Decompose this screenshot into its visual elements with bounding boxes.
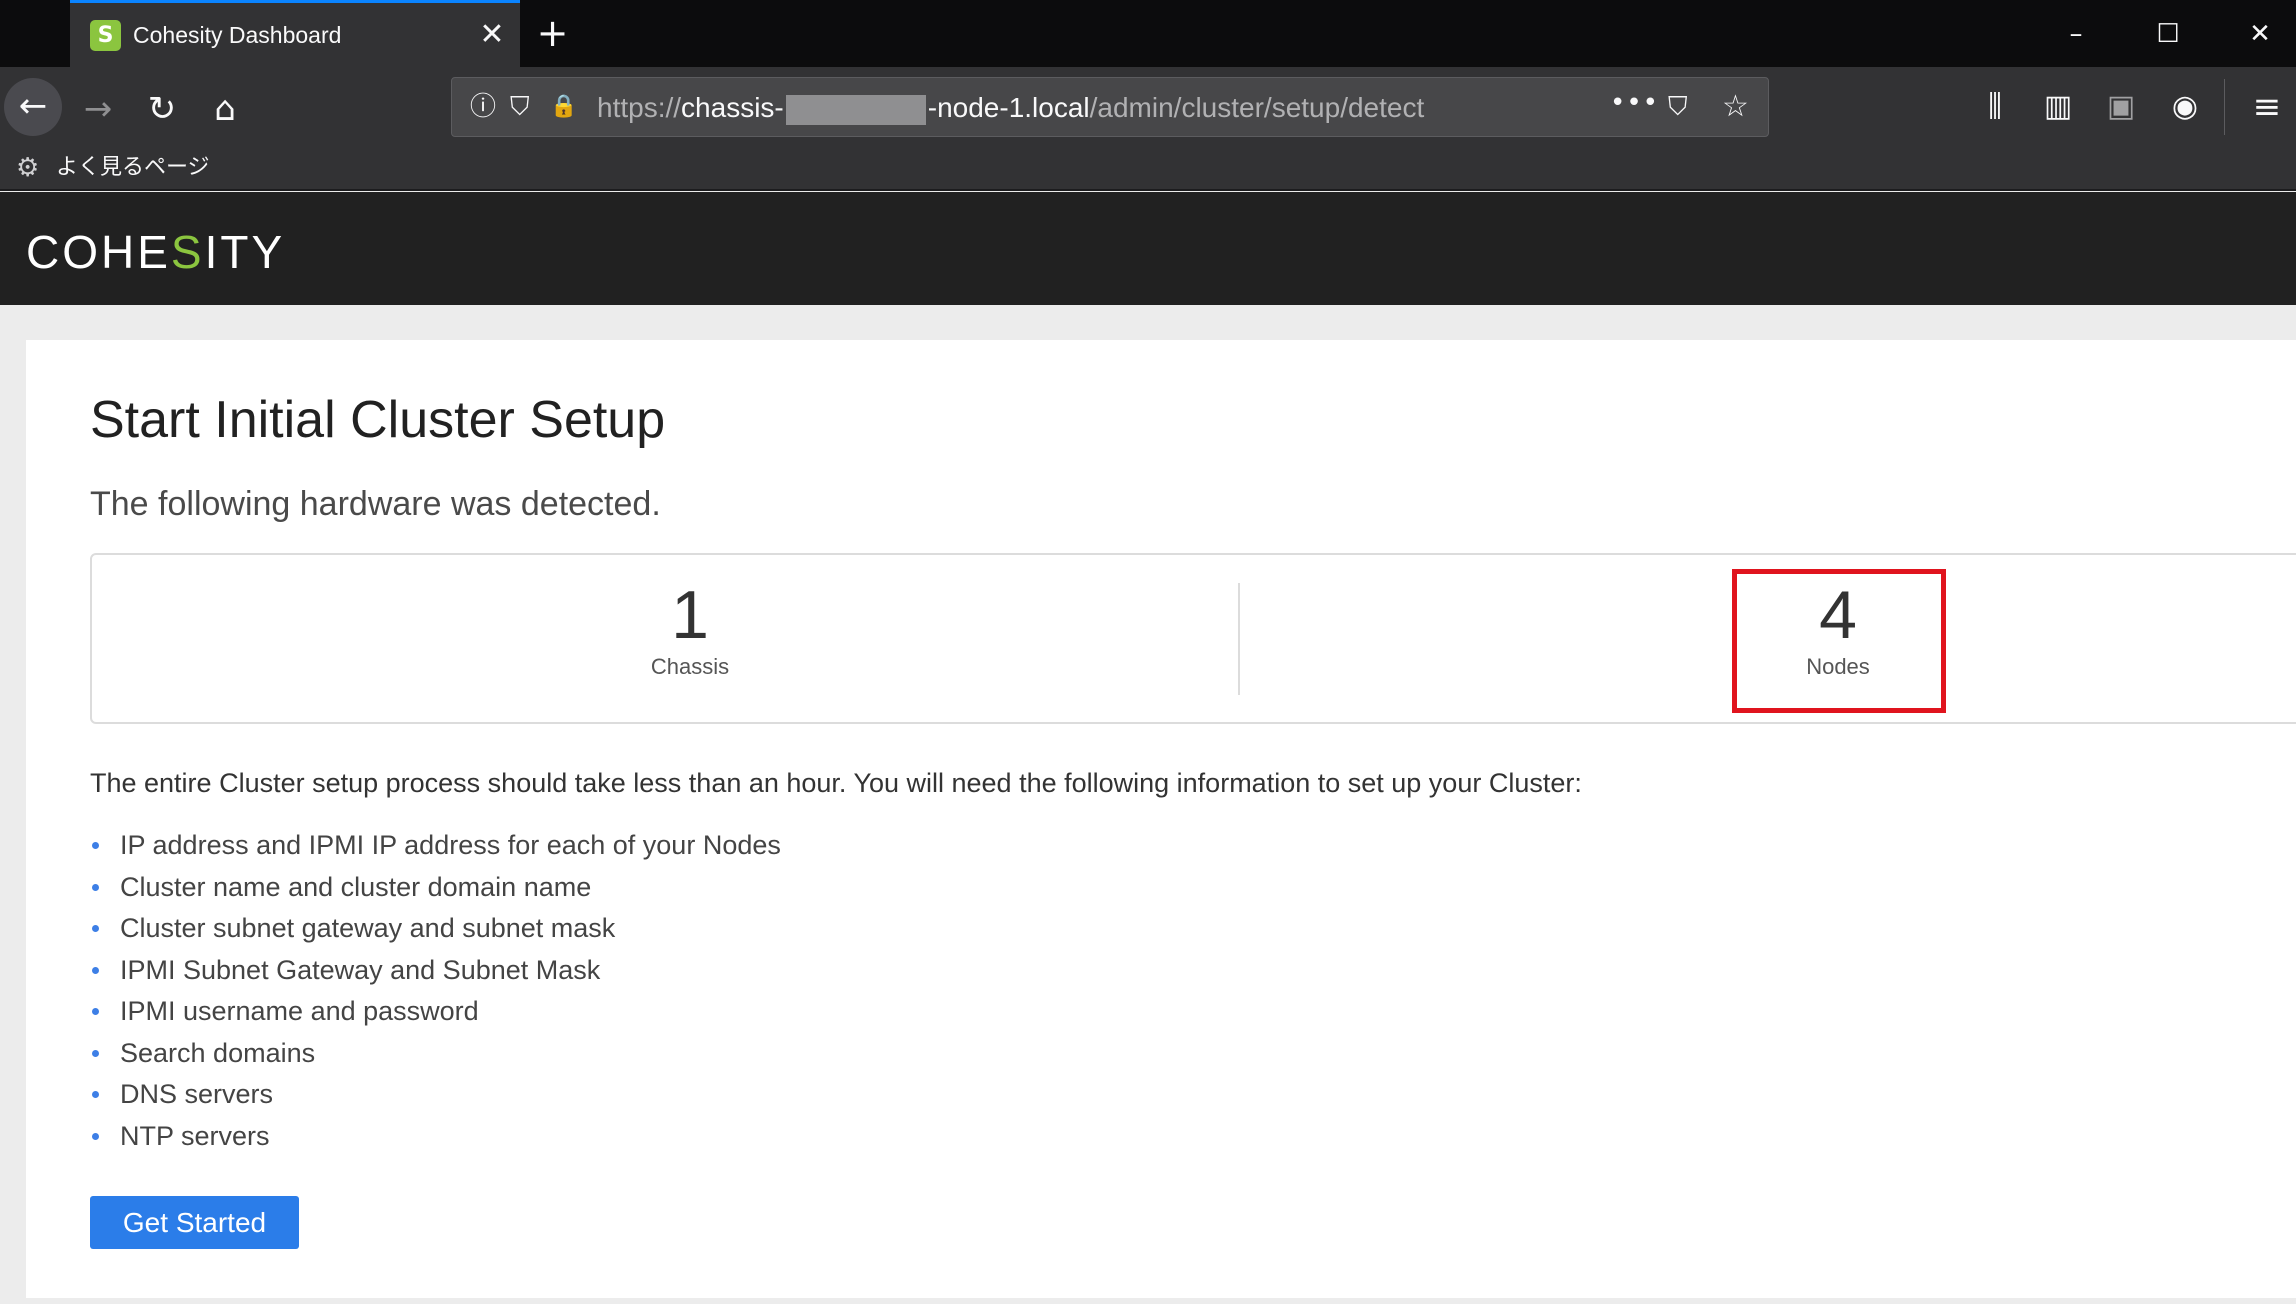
hamburger-menu-icon[interactable]: ≡	[2242, 85, 2292, 129]
logo-text-start: COHE	[26, 226, 171, 278]
back-arrow-icon[interactable]: ←	[4, 78, 62, 136]
browser-nav-bar: ← → ↻ ⌂ ⓘ ⛉ 🔒 https://chassis- -node-1.lo…	[0, 67, 2296, 147]
list-item: Cluster subnet gateway and subnet mask	[90, 911, 781, 953]
list-item: IP address and IPMI IP address for each …	[90, 828, 781, 870]
hardware-divider	[1238, 583, 1240, 695]
bookmark-most-visited[interactable]: よく見るページ	[56, 155, 210, 181]
chassis-label: Chassis	[650, 654, 730, 679]
tab-title: Cohesity Dashboard	[133, 22, 342, 48]
account-icon[interactable]: ◉	[2160, 85, 2210, 129]
bookmark-star-icon[interactable]: ☆	[1722, 92, 1749, 122]
get-started-button[interactable]: Get Started	[90, 1196, 299, 1249]
url-path: /admin/cluster/setup/detect	[1089, 92, 1425, 123]
cohesity-logo[interactable]: COHESITY	[26, 226, 285, 278]
browser-tab[interactable]: S Cohesity Dashboard ✕	[70, 0, 520, 67]
library-icon[interactable]: ⫼	[1970, 85, 2020, 129]
toolbar-separator	[2224, 79, 2225, 135]
window-minimize-button[interactable]: –	[2046, 10, 2106, 58]
list-item: DNS servers	[90, 1077, 781, 1119]
nodes-highlight-box	[1732, 569, 1946, 713]
list-item: NTP servers	[90, 1119, 781, 1161]
hardware-summary: 1 Chassis 4 Nodes	[90, 553, 2296, 724]
url-host-start: chassis-	[681, 92, 784, 123]
bookmarks-bar: ⚙ よく見るページ	[0, 147, 2296, 191]
tab-close-icon[interactable]: ✕	[472, 15, 512, 55]
reload-icon[interactable]: ↻	[134, 81, 190, 137]
info-icon[interactable]: ⓘ	[470, 92, 496, 122]
url-scheme: https://	[597, 92, 682, 123]
cohesity-favicon-icon: S	[90, 20, 121, 51]
home-icon[interactable]: ⌂	[197, 81, 253, 137]
setup-card: Start Initial Cluster Setup The followin…	[26, 340, 2296, 1298]
list-item: IPMI username and password	[90, 994, 781, 1036]
window-maximize-button[interactable]: ☐	[2138, 10, 2198, 58]
page-actions-icon[interactable]: •••	[1610, 88, 1659, 118]
new-tab-button[interactable]: +	[530, 12, 575, 57]
list-item: Cluster name and cluster domain name	[90, 870, 781, 912]
insecure-lock-icon[interactable]: 🔒	[550, 92, 577, 122]
tracking-shield-icon[interactable]: ⛉	[510, 92, 530, 122]
browser-tab-bar: S Cohesity Dashboard ✕ + – ☐ ✕	[0, 0, 2296, 67]
window-close-button[interactable]: ✕	[2230, 10, 2290, 58]
extension-icon[interactable]: ▣	[2096, 85, 2146, 129]
forward-arrow-icon[interactable]: →	[70, 81, 126, 137]
logo-text-end: ITY	[204, 226, 286, 278]
url-host-end: -node-1.local	[927, 92, 1090, 123]
gear-icon: ⚙	[16, 153, 40, 183]
chassis-count: 1	[671, 577, 709, 653]
pocket-icon[interactable]: ⛉	[1668, 92, 1688, 122]
requirements-list: IP address and IPMI IP address for each …	[90, 828, 781, 1160]
page-subtitle: The following hardware was detected.	[90, 485, 661, 523]
list-item: Search domains	[90, 1036, 781, 1078]
list-item: IPMI Subnet Gateway and Subnet Mask	[90, 953, 781, 995]
page-title: Start Initial Cluster Setup	[90, 391, 666, 449]
url-redaction	[785, 94, 926, 125]
url-bar[interactable]: ⓘ ⛉ 🔒 https://chassis- -node-1.local/admi…	[451, 77, 1769, 137]
app-header: COHESITY	[0, 192, 2296, 305]
logo-text-accent: S	[170, 226, 205, 278]
url-text[interactable]: https://chassis- -node-1.local/admin/clus…	[597, 91, 1424, 125]
sidebar-icon[interactable]: ▥	[2033, 85, 2083, 129]
chassis-stat: 1 Chassis	[560, 577, 820, 681]
setup-intro: The entire Cluster setup process should …	[90, 768, 1582, 798]
